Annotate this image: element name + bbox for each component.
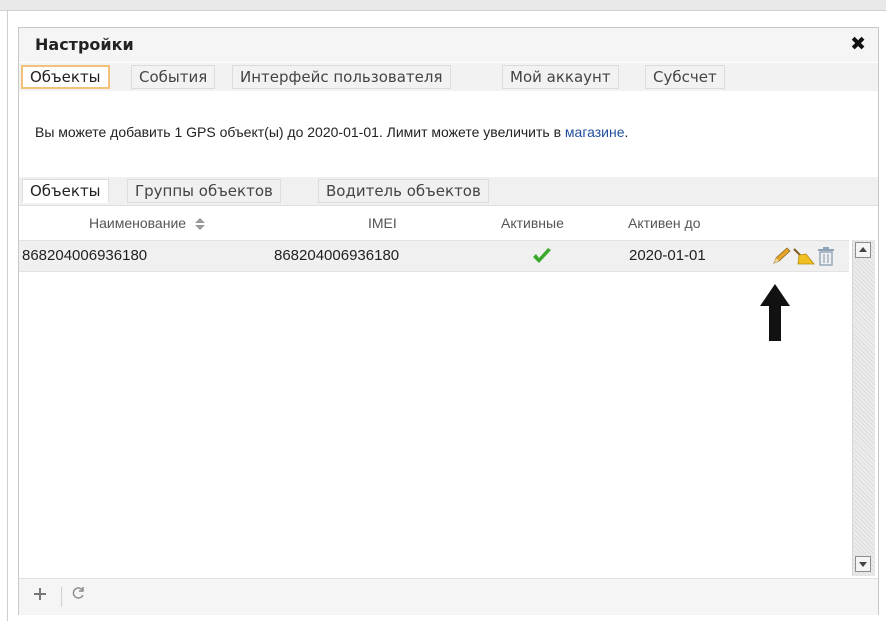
- refresh-icon[interactable]: [67, 585, 89, 607]
- notice-period: .: [624, 124, 629, 140]
- column-active-header[interactable]: Активные: [501, 215, 564, 231]
- cell-name: 868204006936180: [22, 247, 148, 264]
- pencil-icon[interactable]: [771, 246, 793, 266]
- dialog-title: Настройки: [35, 35, 134, 54]
- arrow-up-icon: [760, 284, 790, 341]
- chevron-up-icon: [859, 247, 867, 252]
- vertical-scrollbar[interactable]: [852, 240, 875, 576]
- subtab-object-groups[interactable]: Группы объектов: [127, 179, 281, 203]
- plus-icon[interactable]: [29, 585, 51, 607]
- tab-events[interactable]: События: [131, 65, 216, 89]
- column-name-header[interactable]: Наименование: [89, 215, 205, 231]
- settings-dialog: Настройки ✖ Объекты События Интерфейс по…: [18, 27, 879, 615]
- cell-imei: 868204006936180: [274, 247, 400, 264]
- sort-updown-icon[interactable]: [194, 218, 205, 231]
- column-active-until-header[interactable]: Активен до: [628, 215, 701, 231]
- object-limit-notice: Вы можете добавить 1 GPS объект(ы) до 20…: [35, 124, 628, 140]
- column-imei-header[interactable]: IMEI: [368, 215, 397, 231]
- tab-user-interface[interactable]: Интерфейс пользователя: [232, 65, 451, 89]
- broom-icon[interactable]: [792, 246, 816, 266]
- toolbar-divider: [61, 587, 62, 607]
- chevron-down-icon: [859, 562, 867, 567]
- close-icon[interactable]: ✖: [850, 33, 866, 55]
- subtab-object-drivers[interactable]: Водитель объектов: [318, 179, 489, 203]
- left-divider: [7, 10, 8, 621]
- checkmark-icon: [533, 248, 551, 263]
- cell-active-until: 2020-01-01: [629, 247, 706, 264]
- scroll-down-button[interactable]: [855, 556, 871, 572]
- top-bar: [0, 0, 886, 11]
- tab-objects[interactable]: Объекты: [21, 65, 110, 89]
- settings-tabs: Объекты События Интерфейс пользователя М…: [19, 63, 878, 91]
- scroll-up-button[interactable]: [855, 242, 871, 258]
- grid-toolbar: [19, 578, 878, 615]
- tab-my-account[interactable]: Мой аккаунт: [502, 65, 619, 89]
- objects-subtabs: Объекты Группы объектов Водитель объекто…: [19, 177, 878, 206]
- store-link[interactable]: магазине: [565, 124, 625, 140]
- trash-icon[interactable]: [816, 246, 836, 266]
- notice-text: Вы можете добавить 1 GPS объект(ы) до 20…: [35, 124, 565, 140]
- grid-header: Наименование IMEI Активные Активен до: [19, 206, 878, 240]
- tab-subaccount[interactable]: Субсчет: [645, 65, 725, 89]
- table-row[interactable]: 868204006936180 868204006936180 2020-01-…: [19, 240, 849, 272]
- dialog-titlebar: Настройки ✖: [19, 28, 878, 62]
- column-name-label: Наименование: [89, 215, 187, 231]
- subtab-objects[interactable]: Объекты: [22, 179, 109, 203]
